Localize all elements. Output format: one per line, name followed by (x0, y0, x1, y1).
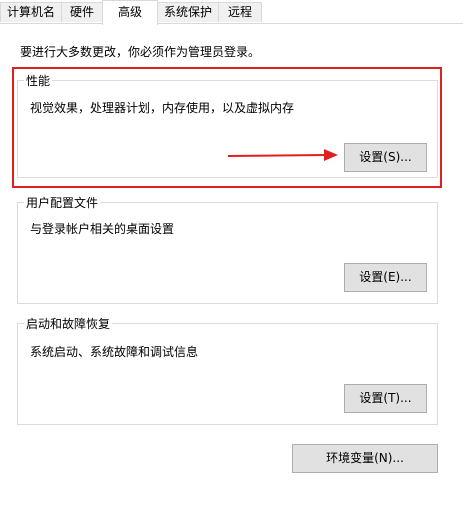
tab-hardware[interactable]: 硬件 (61, 2, 103, 22)
performance-description: 视觉效果，处理器计划，内存使用，以及虚拟内存 (30, 101, 295, 115)
admin-notice: 要进行大多数更改，你必须作为管理员登录。 (20, 45, 261, 59)
tab-advanced[interactable]: 高级 (102, 0, 158, 25)
tab-computer-name[interactable]: 计算机名 (0, 2, 62, 22)
user-profile-group: 用户配置文件 与登录帐户相关的桌面设置 设置(E)... (17, 194, 438, 304)
startup-recovery-description: 系统启动、系统故障和调试信息 (30, 345, 199, 359)
tab-system-protection[interactable]: 系统保护 (157, 2, 219, 22)
startup-recovery-group: 启动和故障恢复 系统启动、系统故障和调试信息 设置(T)... (17, 315, 438, 425)
user-profile-title: 用户配置文件 (24, 194, 101, 211)
environment-variables-button[interactable]: 环境变量(N)... (292, 444, 438, 473)
performance-settings-button[interactable]: 设置(S)... (344, 143, 427, 172)
user-profile-settings-button[interactable]: 设置(E)... (344, 263, 427, 292)
tab-remote[interactable]: 远程 (218, 2, 262, 22)
startup-recovery-settings-button[interactable]: 设置(T)... (344, 384, 427, 413)
tab-bar: 计算机名 硬件 高级 系统保护 远程 (0, 0, 463, 25)
performance-title: 性能 (24, 72, 53, 89)
user-profile-description: 与登录帐户相关的桌面设置 (30, 222, 175, 236)
red-arrow-icon (228, 149, 338, 161)
tab-divider (0, 23, 463, 24)
startup-recovery-title: 启动和故障恢复 (24, 315, 113, 332)
